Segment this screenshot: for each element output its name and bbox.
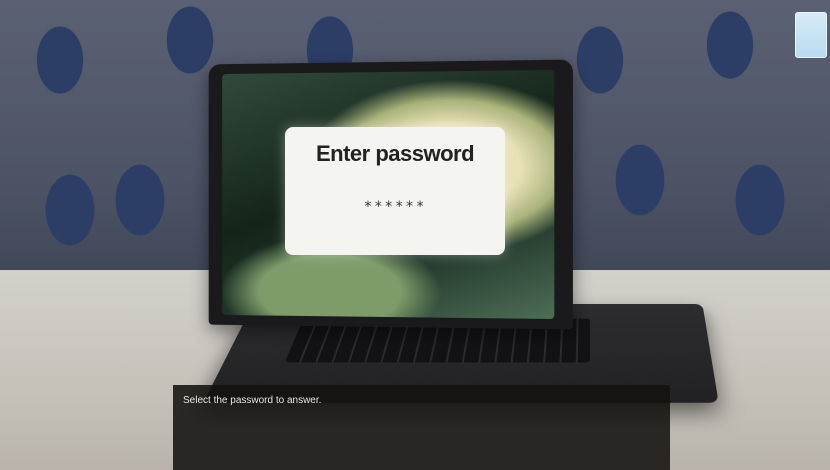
password-dialog[interactable]: Enter password ******: [285, 127, 505, 255]
password-dialog-title: Enter password: [315, 141, 475, 166]
dialogue-box: Select the password to answer.: [173, 385, 670, 470]
dialogue-text: Select the password to answer.: [183, 395, 322, 406]
menu-square-icon[interactable]: [795, 12, 827, 58]
password-field[interactable]: ******: [285, 199, 505, 215]
game-scene: Enter password ****** Select the passwor…: [0, 0, 830, 470]
